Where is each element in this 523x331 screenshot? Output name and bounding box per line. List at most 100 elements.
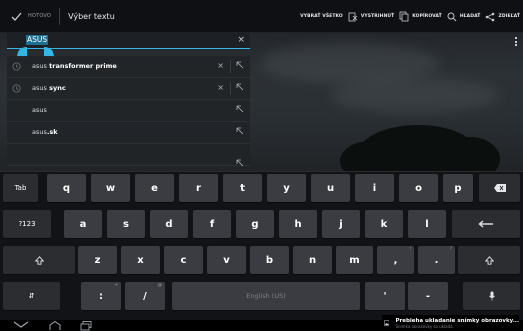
shift-key-right[interactable] [458,246,520,274]
notification-subtitle: Snímka obrazovky sa ukladá. [395,323,454,329]
key-m[interactable]: m [336,246,373,274]
suggestion-item[interactable]: asus.sk [7,122,250,144]
key-b[interactable]: b [250,246,289,274]
url-input-selected-text[interactable]: ASUS [26,35,49,45]
shift-key-left[interactable] [3,246,75,274]
key-e[interactable]: e [135,174,174,202]
cut-button[interactable]: VYSTRIHNÚŤ [348,12,394,22]
clear-url-button[interactable]: × [237,35,245,45]
key-label: t [240,182,245,194]
home-icon[interactable] [48,321,62,331]
suggestion-divider [230,82,231,95]
url-suggestion-list: asus transformer prime × asus sync × asu… [7,56,250,171]
key-label: - [425,290,431,302]
key-l[interactable]: l [408,210,446,238]
screenshot-notification[interactable]: Prebieha ukladanie snímky obrazovky... S… [382,315,519,331]
key-v[interactable]: v [207,246,246,274]
shift-icon [34,255,44,265]
key-y[interactable]: y [267,174,306,202]
key-t[interactable]: t [223,174,262,202]
keyboard-settings-key[interactable]: ⇵ [3,282,60,310]
overflow-menu-icon[interactable] [515,37,518,48]
key-label: j [339,218,343,230]
tab-key[interactable]: Tab [3,174,38,202]
search-label: HĽADAŤ [459,14,481,19]
key-colon[interactable]: : + [81,282,121,310]
remove-suggestion-button[interactable]: × [217,83,224,92]
key-label: i [372,182,377,194]
search-button[interactable]: HĽADAŤ [447,12,481,22]
key-label: / [143,290,147,302]
key-label: v [223,254,230,266]
enter-key[interactable] [452,210,520,238]
arrow-up-left-icon[interactable] [236,83,244,91]
key-p[interactable]: p [443,174,473,202]
key-slash[interactable]: / @ [125,282,165,310]
copy-button[interactable]: KOPÍROVAŤ [399,11,442,22]
done-button[interactable]: HOTOVO [0,0,51,33]
key-f[interactable]: f [193,210,231,238]
key-dash[interactable]: - [408,282,448,310]
key-u[interactable]: u [311,174,350,202]
share-button[interactable]: ZDIEĽAŤ [485,12,520,22]
key-g[interactable]: g [236,210,274,238]
recent-apps-icon[interactable] [80,321,92,331]
suggestion-item[interactable]: asus [7,100,250,122]
key-q[interactable]: q [47,174,86,202]
key-comma[interactable]: , ! [377,246,414,274]
key-i[interactable]: i [355,174,394,202]
key-n[interactable]: n [293,246,332,274]
voice-input-key[interactable] [463,282,520,310]
key-label: x [137,254,144,266]
key-k[interactable]: k [365,210,403,238]
key-label: n [308,254,317,266]
arrow-up-left-icon[interactable] [236,159,244,167]
key-label: h [294,218,302,230]
arrow-up-left-icon[interactable] [236,61,244,69]
suggestion-item[interactable]: asus transformer prime × [7,56,250,78]
backspace-icon [493,184,506,192]
checkmark-icon [11,12,22,21]
suggestion-text: asus.sk [32,128,58,136]
key-label: m [349,254,360,266]
suggestion-item[interactable] [7,144,250,167]
select-all-button[interactable]: VYBRAŤ VŠETKO [300,14,343,19]
arrow-up-left-icon[interactable] [236,105,244,113]
key-c[interactable]: c [164,246,203,274]
key-h[interactable]: h [279,210,317,238]
key-apostrophe[interactable]: ' [365,282,405,310]
wallpaper-cloud [330,78,500,113]
key-period[interactable]: . ? [418,246,455,274]
key-j[interactable]: j [322,210,360,238]
key-s[interactable]: s [107,210,145,238]
suggestion-divider [230,60,231,73]
remove-suggestion-button[interactable]: × [217,61,224,70]
back-chevron-icon[interactable] [13,321,29,329]
key-w[interactable]: w [91,174,130,202]
key-label: r [196,182,201,194]
arrow-up-left-icon[interactable] [236,127,244,135]
key-label: y [283,182,290,194]
symbols-key[interactable]: ?123 [3,210,51,238]
key-label: e [151,182,158,194]
key-z[interactable]: z [78,246,117,274]
suggestion-item[interactable]: asus sync × [7,78,250,100]
key-d[interactable]: d [150,210,188,238]
backspace-key[interactable] [479,174,520,202]
suggestion-text: asus [32,106,47,114]
key-x[interactable]: x [121,246,160,274]
suggestion-text: asus sync [32,84,66,92]
key-o[interactable]: o [399,174,438,202]
copy-icon [399,11,409,22]
space-bar[interactable]: English (US) [172,282,360,310]
select-all-label: VYBRAŤ VŠETKO [300,14,343,19]
key-label: g [251,218,259,230]
key-a[interactable]: a [64,210,102,238]
history-icon [12,62,21,71]
notification-text: Prebieha ukladanie snímky obrazovky... S… [395,318,519,329]
key-hint: ? [449,247,452,252]
action-bar-divider [59,7,61,25]
key-label: : [99,290,103,302]
key-r[interactable]: r [179,174,218,202]
key-label: p [454,182,462,194]
